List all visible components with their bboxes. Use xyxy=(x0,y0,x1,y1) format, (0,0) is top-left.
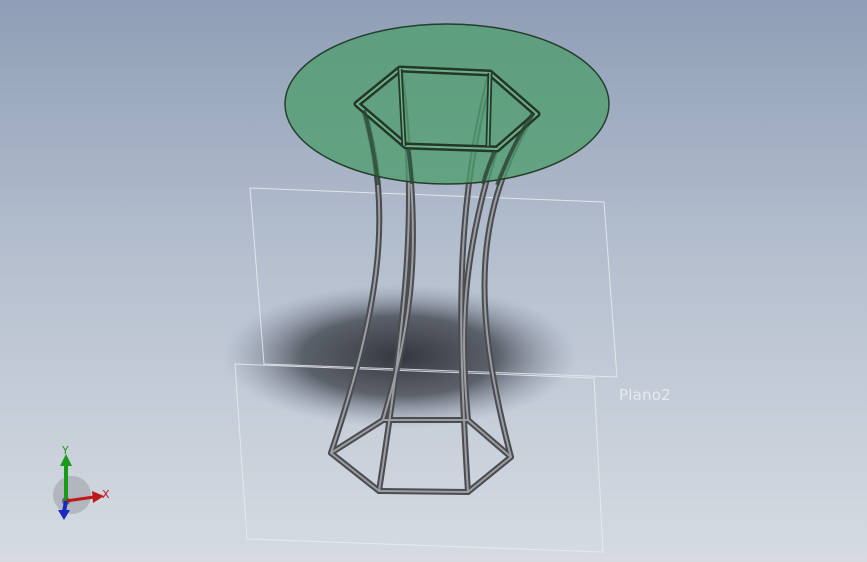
model-scene xyxy=(222,23,618,553)
x-axis-label: X xyxy=(102,488,110,501)
reference-triad[interactable]: Y X xyxy=(44,444,124,524)
triad-sphere xyxy=(53,476,91,514)
graphics-viewport[interactable]: Plano2 Y X xyxy=(0,0,867,562)
plane-label[interactable]: Plano2 xyxy=(619,386,671,404)
glass-tabletop[interactable] xyxy=(284,23,610,185)
y-axis-label: Y xyxy=(61,444,69,457)
